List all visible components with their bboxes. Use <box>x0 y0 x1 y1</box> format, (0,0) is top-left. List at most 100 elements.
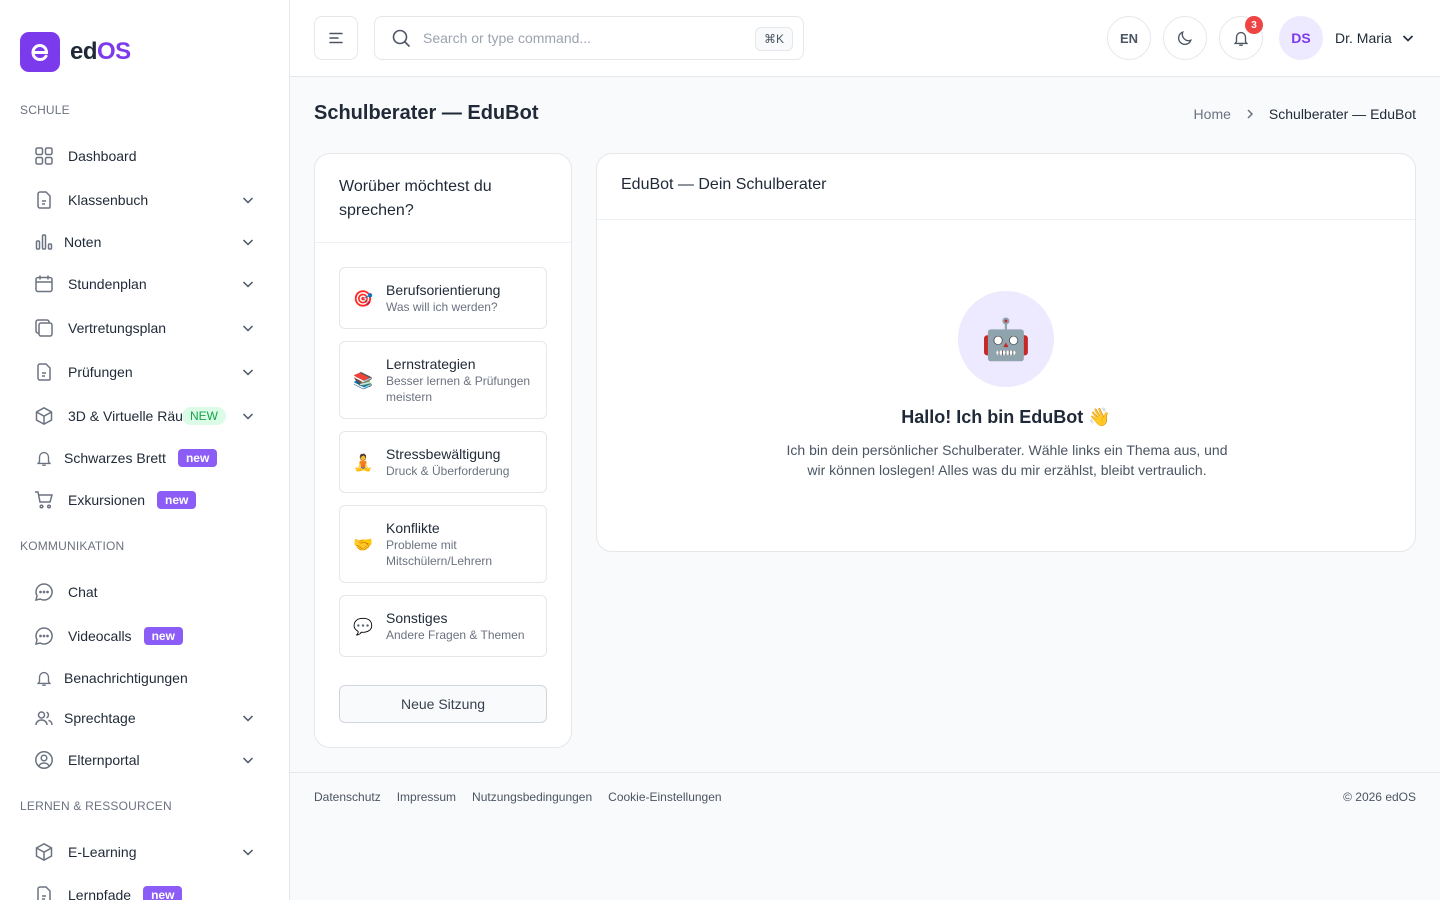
topics-heading: Worüber möchtest du sprechen? <box>315 154 571 243</box>
cube-icon <box>34 842 54 862</box>
section-title-lernen-ressourcen: LERNEN & RESSOURCEN <box>20 799 172 813</box>
footer-link-datenschutz[interactable]: Datenschutz <box>314 790 381 804</box>
sidebar-item-elternportal[interactable]: Elternportal <box>20 740 270 780</box>
bell-icon <box>34 448 54 468</box>
topic-lernstrategien[interactable]: 📚 Lernstrategien Besser lernen & Prüfung… <box>339 341 547 419</box>
topic-title: Stressbewältigung <box>386 446 501 462</box>
logo-mark-icon <box>20 32 60 72</box>
sidebar-item-label: Elternportal <box>68 752 140 768</box>
sidebar-item-label: Klassenbuch <box>68 192 149 208</box>
chevron-down-icon <box>240 234 256 250</box>
sidebar-item-lernpfade[interactable]: Lernpfade new <box>20 875 270 900</box>
topic-title: Sonstiges <box>386 610 448 626</box>
topic-title: Berufsorientierung <box>386 282 501 298</box>
dark-mode-toggle[interactable] <box>1163 16 1207 60</box>
document-icon <box>34 190 54 210</box>
breadcrumb-current: Schulberater — EduBot <box>1268 106 1416 122</box>
sidebar-item-exkursionen[interactable]: Exkursionen new <box>20 480 270 520</box>
footer-link-impressum[interactable]: Impressum <box>397 790 456 804</box>
shortcut-hint: ⌘K <box>754 27 793 51</box>
topic-berufsorientierung[interactable]: 🎯 Berufsorientierung Was will ich werden… <box>339 267 547 329</box>
sidebar-item-label: Schwarzes Brett <box>64 450 166 466</box>
sidebar-item-vertretungsplan[interactable]: Vertretungsplan <box>20 308 270 348</box>
sidebar-item-label: E-Learning <box>68 844 137 860</box>
bell-icon <box>34 668 54 688</box>
document-icon <box>34 362 54 382</box>
sidebar-item-label: Vertretungsplan <box>68 320 167 336</box>
new-badge: new <box>143 627 183 645</box>
chevron-down-icon <box>240 710 256 726</box>
sidebar-item-label: Benachrichtigungen <box>64 670 188 686</box>
sidebar-item-3d-virtuelle-raeume[interactable]: 3D & Virtuelle Räume NEW <box>20 396 270 436</box>
robot-icon: 🤖 <box>981 317 1031 362</box>
topic-stressbewaeltigung[interactable]: 🧘 Stressbewältigung Druck & Überforderun… <box>339 431 547 493</box>
topic-title: Lernstrategien <box>386 356 476 372</box>
handshake-icon: 🤝 <box>353 537 373 554</box>
section-title-kommunikation: KOMMUNIKATION <box>20 539 125 553</box>
brand-name-part1: ed <box>70 38 98 65</box>
footer-links: Datenschutz Impressum Nutzungsbedingunge… <box>314 790 738 804</box>
footer-link-nutzungsbedingungen[interactable]: Nutzungsbedingungen <box>472 790 592 804</box>
breadcrumb-home-link[interactable]: Home <box>1194 106 1231 122</box>
footer-link-cookie-einstellungen[interactable]: Cookie-Einstellungen <box>608 790 721 804</box>
footer: Datenschutz Impressum Nutzungsbedingunge… <box>290 772 1440 900</box>
greeting-title: Hallo! Ich bin EduBot 👋 <box>901 407 1111 427</box>
sidebar-item-label: Videocalls <box>68 628 132 644</box>
speech-bubble-icon: 💬 <box>353 619 373 636</box>
chevron-down-icon <box>1400 30 1416 46</box>
sidebar-item-e-learning[interactable]: E-Learning <box>20 832 270 872</box>
meditation-icon: 🧘 <box>353 455 373 472</box>
sidebar-item-pruefungen[interactable]: Prüfungen <box>20 352 270 392</box>
moon-icon <box>1177 31 1192 46</box>
chevron-down-icon <box>240 752 256 768</box>
sidebar-item-label: Sprechtage <box>64 710 136 726</box>
chevron-down-icon <box>240 192 256 208</box>
sidebar-item-sprechtage[interactable]: Sprechtage <box>20 698 270 738</box>
sidebar-item-label: Dashboard <box>68 148 137 164</box>
new-badge: new <box>177 449 218 467</box>
new-badge: new <box>157 491 197 509</box>
new-badge: new <box>143 886 183 900</box>
avatar: DS <box>1279 16 1323 60</box>
topic-subtitle: Besser lernen & Prüfungen meistern <box>386 374 531 404</box>
sidebar-toggle-button[interactable] <box>314 16 358 60</box>
sidebar-item-videocalls[interactable]: Videocalls new <box>20 616 270 656</box>
chat-heading: EduBot — Dein Schulberater <box>597 154 1415 220</box>
sidebar-item-label: Lernpfade <box>68 887 132 900</box>
chevron-right-icon <box>1243 107 1257 121</box>
search-input[interactable] <box>423 30 743 46</box>
chevron-down-icon <box>240 364 256 380</box>
chat-icon <box>34 582 54 602</box>
sidebar-item-dashboard[interactable]: Dashboard <box>20 136 270 176</box>
topic-konflikte[interactable]: 🤝 Konflikte Probleme mit Mitschülern/Leh… <box>339 505 547 583</box>
topic-sonstiges[interactable]: 💬 Sonstiges Andere Fragen & Themen <box>339 595 547 657</box>
chevron-down-icon <box>240 408 256 424</box>
user-name: Dr. Maria <box>1335 30 1392 46</box>
breadcrumb: Home Schulberater — EduBot <box>1194 106 1416 122</box>
target-icon: 🎯 <box>353 291 373 308</box>
sidebar-item-label: Chat <box>68 584 98 600</box>
search-icon <box>391 28 411 48</box>
sidebar-item-schwarzes-brett[interactable]: Schwarzes Brett new <box>20 438 270 478</box>
user-menu[interactable]: DS Dr. Maria <box>1279 16 1416 60</box>
sidebar-item-noten[interactable]: Noten <box>20 222 270 262</box>
cart-icon <box>34 490 54 510</box>
bot-avatar: 🤖 <box>958 291 1054 387</box>
document-icon <box>34 885 54 900</box>
brand-logo[interactable]: edOS <box>20 32 131 72</box>
topic-subtitle: Druck & Überforderung <box>386 464 510 478</box>
chat-card: EduBot — Dein Schulberater 🤖 Hallo! Ich … <box>596 153 1416 552</box>
language-button[interactable]: EN <box>1107 16 1151 60</box>
sidebar-item-benachrichtigungen[interactable]: Benachrichtigungen <box>20 658 270 698</box>
section-title-schule: SCHULE <box>20 103 70 117</box>
sidebar-item-label: 3D & Virtuelle Räume <box>68 408 182 424</box>
copyright: © 2026 edOS <box>1343 790 1416 804</box>
sidebar-item-chat[interactable]: Chat <box>20 572 270 612</box>
search-box[interactable]: ⌘K <box>374 16 804 60</box>
new-session-button[interactable]: Neue Sitzung <box>339 685 547 723</box>
sidebar-item-stundenplan[interactable]: Stundenplan <box>20 264 270 304</box>
notification-count-badge: 3 <box>1245 16 1263 34</box>
user-circle-icon <box>34 750 54 770</box>
sidebar-item-klassenbuch[interactable]: Klassenbuch <box>20 180 270 220</box>
notifications-button[interactable]: 3 <box>1219 16 1263 60</box>
